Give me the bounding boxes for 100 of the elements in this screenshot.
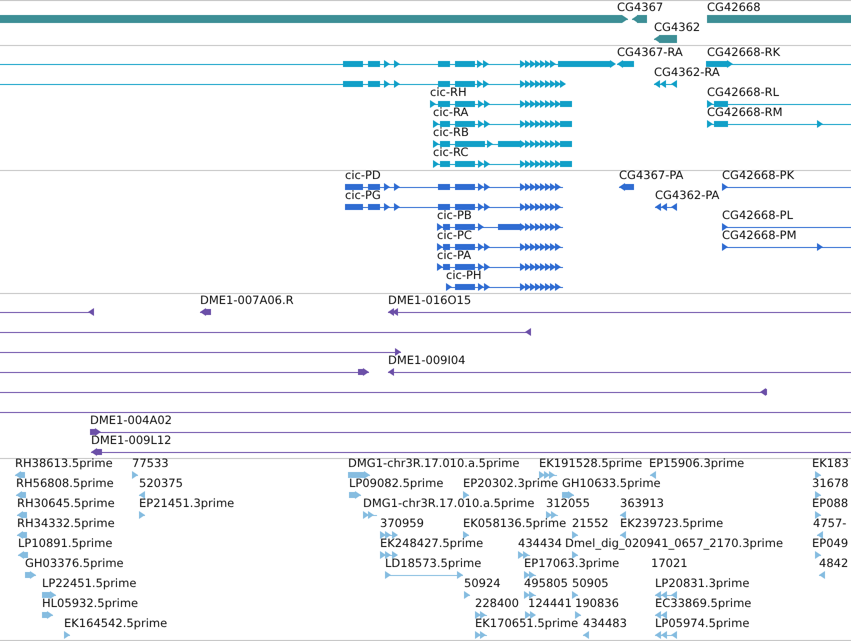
- protein-glyph[interactable]: [345, 202, 563, 212]
- est-glyph[interactable]: [17, 510, 27, 520]
- feature-label: cic-RC: [433, 145, 468, 159]
- gene-glyph[interactable]: [632, 14, 647, 24]
- clone-glyph[interactable]: [0, 327, 531, 337]
- est-glyph[interactable]: [524, 590, 536, 600]
- est-glyph[interactable]: [16, 490, 26, 500]
- feature-label: CG42668: [707, 0, 761, 14]
- protein-glyph[interactable]: [619, 182, 634, 192]
- feature-label: LP22451.5prime: [42, 576, 136, 590]
- clone-glyph[interactable]: [91, 447, 851, 457]
- feature-label: EP17063.3prime: [524, 556, 620, 570]
- est-glyph[interactable]: [655, 610, 667, 620]
- est-glyph[interactable]: [42, 590, 56, 600]
- est-glyph[interactable]: [562, 490, 574, 500]
- est-glyph[interactable]: [380, 550, 397, 560]
- feature-label: LP05974.5prime: [655, 616, 750, 630]
- feature-label: EP15906.3prime: [649, 456, 744, 470]
- est-glyph[interactable]: [815, 510, 821, 520]
- transcript-glyph[interactable]: [707, 99, 851, 109]
- feature-label: HL05932.5prime: [42, 596, 138, 610]
- est-glyph[interactable]: [572, 550, 578, 560]
- est-glyph[interactable]: [380, 530, 397, 540]
- protein-glyph[interactable]: [437, 262, 563, 272]
- est-glyph[interactable]: [463, 490, 469, 500]
- feature-label: 50905: [572, 576, 609, 590]
- feature-label: RH34332.5prime: [17, 516, 115, 530]
- feature-label: 312055: [546, 496, 590, 510]
- feature-label: 77533: [132, 456, 169, 470]
- protein-glyph[interactable]: [722, 222, 851, 232]
- clone-glyph[interactable]: [0, 367, 369, 377]
- feature-label: CG42668-RL: [707, 85, 780, 99]
- clone-glyph[interactable]: [200, 307, 211, 317]
- est-glyph[interactable]: [518, 550, 530, 560]
- feature-label: EP21451.3prime: [139, 496, 234, 510]
- feature-label: RH56808.5prime: [16, 476, 114, 490]
- est-glyph[interactable]: [17, 530, 27, 540]
- protein-glyph[interactable]: [345, 182, 563, 192]
- protein-glyph[interactable]: [722, 242, 851, 252]
- est-glyph[interactable]: [655, 590, 677, 600]
- feature-label: RH38613.5prime: [15, 456, 113, 470]
- feature-label: 370959: [380, 516, 424, 530]
- protein-glyph[interactable]: [655, 202, 677, 212]
- clone-glyph[interactable]: [0, 387, 767, 397]
- feature-label: LD18573.5prime: [385, 556, 482, 570]
- protein-glyph[interactable]: [437, 242, 563, 252]
- feature-label: cic-PA: [437, 248, 472, 262]
- feature-label: 21552: [572, 516, 609, 530]
- feature-label: CG42668-PK: [722, 168, 794, 182]
- feature-label: cic-PH: [446, 268, 482, 282]
- feature-label: 4757-: [813, 516, 846, 530]
- est-glyph[interactable]: [525, 610, 535, 620]
- est-glyph[interactable]: [815, 470, 821, 480]
- feature-label: cic-PB: [437, 208, 472, 222]
- feature-label: CG4367-PA: [619, 168, 684, 182]
- protein-glyph[interactable]: [722, 182, 851, 192]
- feature-label: Dmel_dig_020941_0657_2170.3prime: [565, 536, 784, 550]
- feature-label: cic-PC: [437, 228, 472, 242]
- est-glyph[interactable]: [524, 570, 536, 580]
- est-glyph[interactable]: [815, 490, 821, 500]
- est-glyph[interactable]: [620, 510, 626, 520]
- est-glyph[interactable]: [475, 610, 487, 620]
- feature-label: CG4367-RA: [617, 45, 683, 59]
- feature-label: 363913: [620, 496, 664, 510]
- feature-label: 495805: [524, 576, 568, 590]
- feature-label: 190836: [575, 596, 619, 610]
- feature-label: EK183: [812, 456, 849, 470]
- feature-label: DME1-007A06.R: [200, 293, 294, 307]
- feature-label: DMG1-chr3R.17.010.a.5prime: [348, 456, 520, 470]
- feature-label: cic-RH: [430, 85, 467, 99]
- feature-label: EK191528.5prime: [539, 456, 642, 470]
- clone-glyph[interactable]: [388, 307, 851, 317]
- clone-glyph[interactable]: [90, 427, 851, 437]
- feature-label: 520375: [139, 476, 183, 490]
- est-glyph[interactable]: [348, 470, 370, 480]
- feature-label: EK239723.5prime: [620, 516, 724, 530]
- feature-label: DME1-009I04: [388, 353, 466, 367]
- feature-label: 31678: [812, 476, 849, 490]
- feature-label: EC33869.5prime: [655, 596, 752, 610]
- clone-glyph[interactable]: [0, 347, 401, 357]
- feature-label: cic-PG: [345, 188, 381, 202]
- feature-label: 124441: [528, 596, 572, 610]
- feature-label: 434434: [518, 536, 562, 550]
- est-glyph[interactable]: [15, 470, 25, 480]
- feature-label: DMG1-chr3R.17.010.a.5prime: [363, 496, 534, 510]
- protein-glyph[interactable]: [446, 282, 563, 292]
- feature-label: LP20831.3prime: [655, 576, 750, 590]
- feature-label: DME1-016O15: [388, 293, 472, 307]
- feature-label: EK170651.5prime: [475, 616, 578, 630]
- feature-label: EK164542.5prime: [64, 616, 168, 630]
- gene-glyph[interactable]: [0, 14, 628, 24]
- est-glyph[interactable]: [817, 530, 823, 540]
- feature-label: GH10633.5prime: [562, 476, 661, 490]
- est-glyph[interactable]: [139, 490, 145, 500]
- clone-glyph[interactable]: [388, 367, 851, 377]
- gene-glyph[interactable]: [654, 34, 677, 44]
- protein-glyph[interactable]: [437, 222, 563, 232]
- gene-glyph[interactable]: [707, 14, 851, 24]
- feature-label: CG4362-RA: [654, 65, 720, 79]
- clone-glyph[interactable]: [0, 307, 94, 317]
